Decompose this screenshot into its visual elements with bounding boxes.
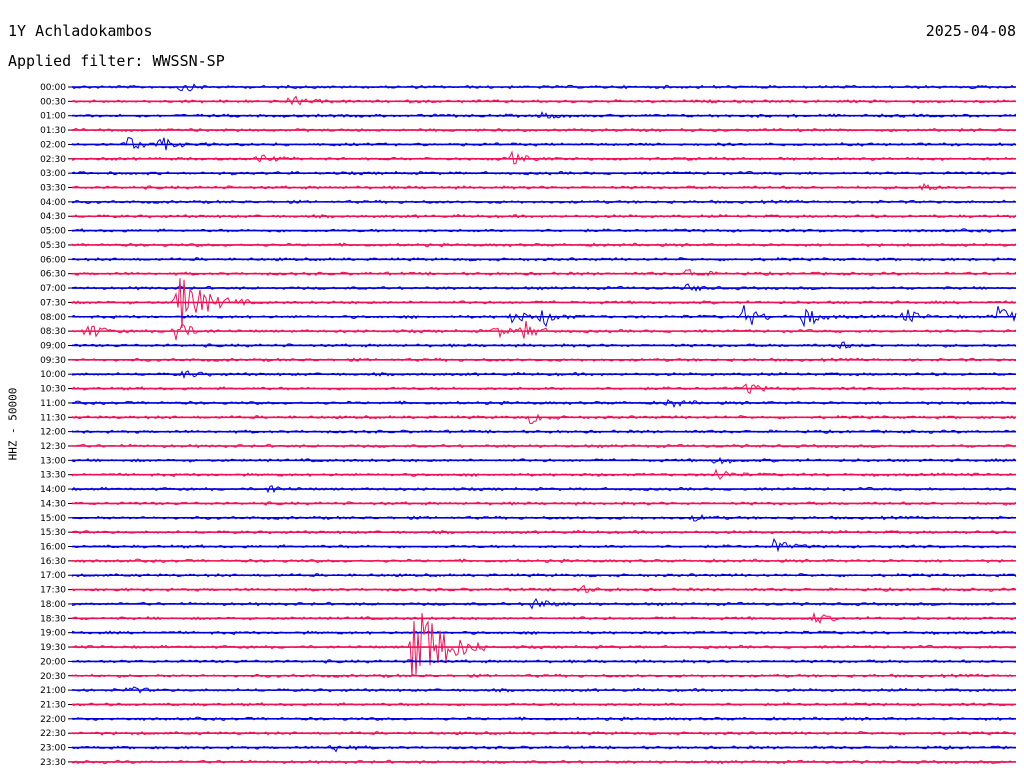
row-label: 07:00 — [40, 284, 66, 294]
row-label: 03:30 — [40, 184, 66, 194]
row-label: 00:00 — [40, 83, 66, 93]
row-label: 17:30 — [40, 586, 66, 596]
row-label: 01:00 — [40, 112, 66, 122]
row-label: 18:30 — [40, 614, 66, 624]
row-label: 07:30 — [40, 298, 66, 308]
row-label: 13:00 — [40, 456, 66, 466]
row-label: 01:30 — [40, 126, 66, 136]
row-label: 18:00 — [40, 600, 66, 610]
row-label: 23:00 — [40, 744, 66, 754]
row-label: 22:00 — [40, 715, 66, 725]
row-label: 23:30 — [40, 758, 66, 768]
row-label: 16:00 — [40, 543, 66, 553]
row-label: 19:30 — [40, 643, 66, 653]
row-label: 10:30 — [40, 385, 66, 395]
row-label: 03:00 — [40, 169, 66, 179]
row-label: 20:30 — [40, 672, 66, 682]
row-label: 19:00 — [40, 629, 66, 639]
row-label: 17:00 — [40, 571, 66, 581]
row-label: 02:00 — [40, 140, 66, 150]
row-label: 22:30 — [40, 729, 66, 739]
row-label: 11:00 — [40, 399, 66, 409]
row-label: 05:00 — [40, 227, 66, 237]
row-label: 16:30 — [40, 557, 66, 567]
row-label: 21:00 — [40, 686, 66, 696]
helicorder-chart: 00:00 00:30 01:00 01:30 02:00 02:30 03:00 03:30… — [40, 83, 1017, 768]
row-label: 13:30 — [40, 471, 66, 481]
row-label: 06:30 — [40, 270, 66, 280]
row-label: 12:30 — [40, 442, 66, 452]
row-label: 04:00 — [40, 198, 66, 208]
row-label: 06:00 — [40, 255, 66, 265]
trace-2300 — [71, 744, 1017, 753]
row-label: 04:30 — [40, 212, 66, 222]
row-label: 08:30 — [40, 327, 66, 337]
row-label: 10:00 — [40, 370, 66, 380]
trace-1130 — [71, 413, 1017, 425]
row-label: 00:30 — [40, 97, 66, 107]
row-label: 21:30 — [40, 700, 66, 710]
row-label: 14:30 — [40, 499, 66, 509]
trace-0630 — [71, 268, 1017, 277]
row-label: 20:00 — [40, 657, 66, 667]
row-label: 14:00 — [40, 485, 66, 495]
trace-1600 — [71, 537, 1016, 553]
row-label: 02:30 — [40, 155, 66, 165]
row-label: 15:00 — [40, 514, 66, 524]
row-label: 11:30 — [40, 413, 66, 423]
row-label: 09:30 — [40, 356, 66, 366]
trace-1930 — [71, 613, 1017, 677]
row-label: 15:30 — [40, 528, 66, 538]
trace-0800 — [71, 305, 1017, 328]
row-label: 08:00 — [40, 313, 66, 323]
row-label: 09:00 — [40, 341, 66, 351]
row-label: 12:00 — [40, 428, 66, 438]
row-label: 05:30 — [40, 241, 66, 251]
